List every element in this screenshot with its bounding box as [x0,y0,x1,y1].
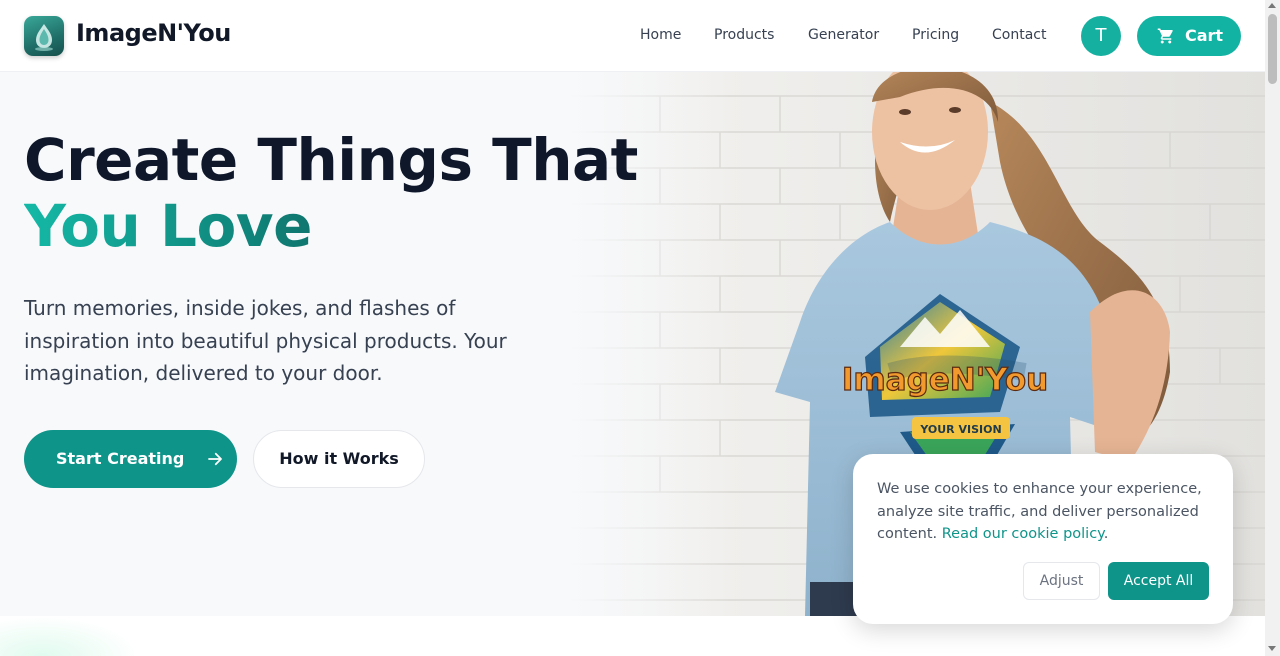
cart-button[interactable]: Cart [1137,16,1241,56]
nav-generator[interactable]: Generator [808,27,879,43]
cookie-banner: We use cookies to enhance your experienc… [853,454,1233,624]
cookie-message: We use cookies to enhance your experienc… [877,481,1202,542]
shirt-print-subtitle: YOUR VISION [919,423,1001,436]
nav-contact[interactable]: Contact [992,27,1046,43]
water-drop-icon[interactable] [24,16,64,56]
hero-title-line1: Create Things That [24,126,638,194]
nav-home[interactable]: Home [640,27,681,43]
scrollbar-thumb[interactable] [1268,14,1277,84]
user-avatar[interactable]: T [1081,16,1121,56]
shirt-print-title: ImageN'You [842,362,1048,398]
hero-lead-text: Turn memories, inside jokes, and flashes… [24,296,507,385]
page-scrollbar[interactable] [1265,0,1280,656]
brand-name[interactable]: ImageN'You [76,19,231,47]
nav-products[interactable]: Products [714,27,774,43]
nav-pricing[interactable]: Pricing [912,27,959,43]
cart-icon [1157,28,1173,44]
cookie-policy-link[interactable]: Read our cookie policy [942,526,1104,542]
cart-label: Cart [1185,26,1224,45]
site-header: ImageN'You Home Products Generator Prici… [0,0,1265,72]
start-creating-label: Start Creating [56,449,185,468]
arrow-right-icon [208,452,222,466]
decorative-glow [0,616,140,656]
scroll-up-arrow-icon[interactable] [1268,3,1276,8]
cookie-accept-all-button[interactable]: Accept All [1108,562,1209,600]
start-creating-button[interactable]: Start Creating [24,430,237,488]
scroll-down-arrow-icon[interactable] [1268,646,1276,651]
hero-title-line2: You Love [24,192,312,260]
how-it-works-button[interactable]: How it Works [253,430,425,488]
cookie-adjust-button[interactable]: Adjust [1023,562,1100,600]
